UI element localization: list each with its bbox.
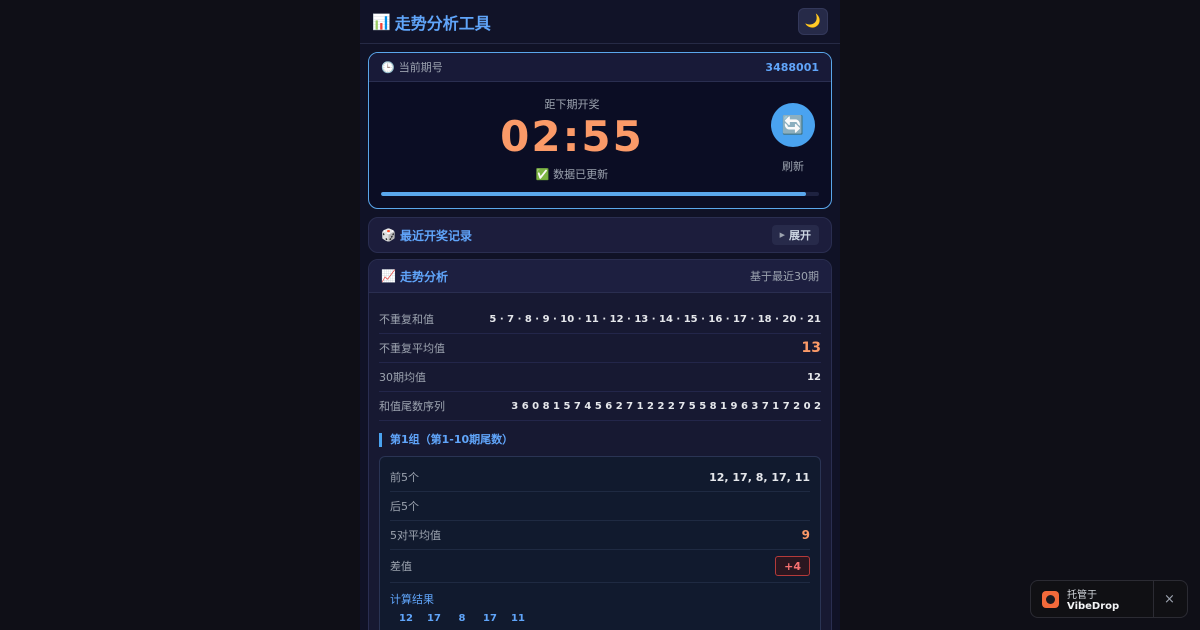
group-value: 12, 17, 8, 17, 11 xyxy=(709,470,810,484)
trend-header: 📈 走势分析 基于最近30期 xyxy=(369,260,831,293)
stat-label: 和值尾数序列 xyxy=(379,400,445,413)
recent-draws-title-text: 最近开奖记录 xyxy=(399,228,472,243)
countdown-timer: 02:55 xyxy=(500,112,644,161)
calc-value: 17 xyxy=(483,613,497,624)
countdown-progress-fill xyxy=(381,192,806,196)
group-label: 前5个 xyxy=(390,471,419,484)
close-icon[interactable]: × xyxy=(1154,592,1185,607)
vibedrop-brand: VibeDrop xyxy=(1067,601,1120,612)
stat-label: 不重复和值 xyxy=(379,313,434,326)
stat-row-30-period-average: 30期均值 12 xyxy=(379,363,821,392)
current-period-card: 🕒 当前期号 3488001 距下期开奖 02:55 ✅ 数据已更新 🔄 刷新 xyxy=(368,52,832,209)
stat-value: 12 xyxy=(807,371,821,383)
expand-button[interactable]: ▶ 展开 xyxy=(771,225,819,245)
recent-draws-title: 🎲 最近开奖记录 xyxy=(381,227,472,244)
group-label: 5对平均值 xyxy=(390,529,441,542)
stat-value: 5 · 7 · 8 · 9 · 10 · 11 · 12 · 13 · 14 ·… xyxy=(489,313,821,325)
update-status: ✅ 数据已更新 xyxy=(369,166,775,182)
dice-icon: 🎲 xyxy=(381,228,396,242)
stat-label: 30期均值 xyxy=(379,371,426,384)
calc-value: 8 xyxy=(458,613,466,624)
calc-result-values: 12 17 8 17 11 xyxy=(390,613,810,624)
difference-badge: +4 xyxy=(775,556,810,576)
triangle-right-icon: ▶ xyxy=(779,231,785,239)
countdown-section: 距下期开奖 02:55 ✅ 数据已更新 🔄 刷新 xyxy=(369,82,831,208)
vibedrop-prefix: 托管于 xyxy=(1067,590,1097,601)
group-row-pair-average: 5对平均值 9 xyxy=(390,521,810,550)
group-label: 后5个 xyxy=(390,500,419,513)
check-icon: ✅ xyxy=(535,168,550,181)
update-status-text: 数据已更新 xyxy=(553,168,609,181)
stat-row-tail-sequence: 和值尾数序列 3 6 0 8 1 5 7 4 5 6 2 7 1 2 2 2 7… xyxy=(379,392,821,421)
stat-row-unique-sums: 不重复和值 5 · 7 · 8 · 9 · 10 · 11 · 12 · 13 … xyxy=(379,305,821,334)
trend-title-text: 走势分析 xyxy=(399,269,448,284)
group-label: 差值 xyxy=(390,560,412,573)
vibedrop-badge[interactable]: 托管于 VibeDrop × xyxy=(1030,580,1188,618)
countdown-label: 距下期开奖 xyxy=(544,98,600,111)
trend-title: 📈 走势分析 xyxy=(381,268,448,285)
stat-value: 3 6 0 8 1 5 7 4 5 6 2 7 1 2 2 2 7 5 5 8 … xyxy=(511,400,821,412)
vibedrop-text: 托管于 VibeDrop xyxy=(1067,586,1147,612)
period-header: 🕒 当前期号 3488001 xyxy=(369,53,831,82)
calc-value: 17 xyxy=(427,613,441,624)
group-title: 第1组（第1-10期尾数） xyxy=(379,433,831,447)
period-label-text: 当前期号 xyxy=(398,61,443,74)
trend-chart-icon: 📈 xyxy=(381,269,396,283)
trend-basis: 基于最近30期 xyxy=(750,270,819,283)
countdown-progress-bar xyxy=(381,192,819,196)
calc-value: 11 xyxy=(511,613,525,624)
period-label: 🕒 当前期号 xyxy=(381,59,443,75)
group-box: 前5个 12, 17, 8, 17, 11 后5个 5对平均值 9 差值 +4 … xyxy=(379,456,821,630)
group-row-first5: 前5个 12, 17, 8, 17, 11 xyxy=(390,463,810,492)
app-title-text: 走势分析工具 xyxy=(394,13,491,33)
trend-analysis-card: 📈 走势分析 基于最近30期 不重复和值 5 · 7 · 8 · 9 · 10 … xyxy=(368,259,832,630)
app-header: 📊 走势分析工具 🌙 xyxy=(360,0,840,44)
bar-chart-icon: 📊 xyxy=(372,12,391,31)
recent-draws-card[interactable]: 🎲 最近开奖记录 ▶ 展开 xyxy=(368,217,832,253)
refresh-label: 刷新 xyxy=(782,160,804,173)
clock-icon: 🕒 xyxy=(381,60,395,74)
calc-value: 12 xyxy=(399,613,413,624)
moon-icon: 🌙 xyxy=(804,14,822,29)
expand-label: 展开 xyxy=(789,229,811,242)
app-title: 📊 走势分析工具 xyxy=(372,10,491,34)
group-row-difference: 差值 +4 xyxy=(390,550,810,583)
stat-row-unique-average: 不重复平均值 13 xyxy=(379,334,821,363)
group-row-last5: 后5个 xyxy=(390,492,810,521)
calc-result-title: 计算结果 xyxy=(390,593,434,606)
app-container: 📊 走势分析工具 🌙 🕒 当前期号 3488001 距下期开奖 02:55 ✅ … xyxy=(360,0,840,630)
refresh-icon: 🔄 xyxy=(781,114,805,136)
group-value: 9 xyxy=(801,528,810,542)
period-number: 3488001 xyxy=(765,60,819,74)
stat-label: 不重复平均值 xyxy=(379,342,445,355)
stat-value: 13 xyxy=(801,340,821,356)
refresh-button[interactable]: 🔄 xyxy=(771,103,815,147)
theme-toggle-button[interactable]: 🌙 xyxy=(798,8,828,35)
vibedrop-logo-icon xyxy=(1042,590,1059,608)
trend-stats: 不重复和值 5 · 7 · 8 · 9 · 10 · 11 · 12 · 13 … xyxy=(369,293,831,421)
